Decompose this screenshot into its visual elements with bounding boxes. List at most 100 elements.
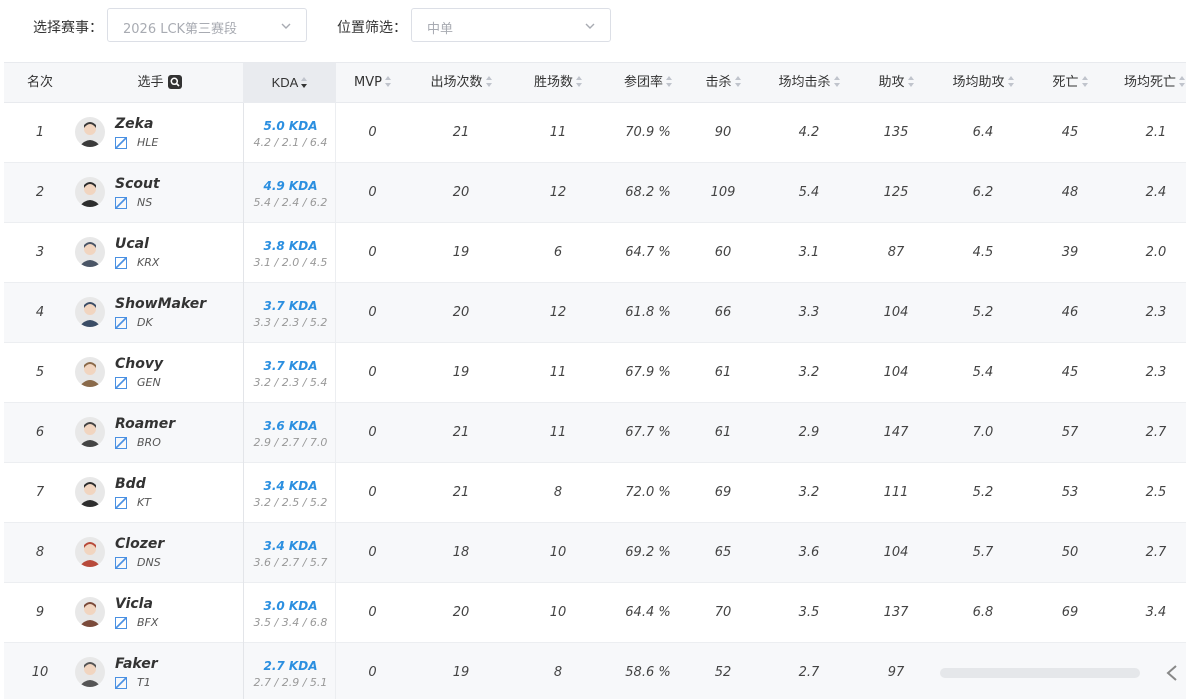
player-name[interactable]: Vicla [115, 596, 153, 612]
kda-cell: 2.7 KDA 2.7 / 2.9 / 5.1 [243, 643, 336, 699]
deaths-cell: 48 [1061, 185, 1079, 200]
avg-kills-cell: 3.3 [798, 305, 820, 320]
team-name: T1 [137, 676, 151, 689]
avatar[interactable] [75, 477, 105, 507]
sort-icon [1179, 76, 1186, 87]
col-assists[interactable]: 助攻 [865, 63, 927, 103]
table-row[interactable]: 9 Vicla BFX 3.0 KDA 3.5 / 3.4 / 6.8 0 20 1… [4, 583, 1186, 643]
player-name[interactable]: Bdd [115, 476, 146, 492]
kda-detail: 2.9 / 2.7 / 7.0 [253, 436, 328, 449]
kda-detail: 3.6 / 2.7 / 5.7 [253, 556, 328, 569]
col-avg-assists[interactable]: 场均助攻 [927, 63, 1039, 103]
avg-assists-cell: 4.5 [972, 245, 994, 260]
table-row[interactable]: 5 Chovy GEN 3.7 KDA 3.2 / 2.3 / 5.4 0 19 1… [4, 343, 1186, 403]
kda-cell: 3.8 KDA 3.1 / 2.0 / 4.5 [243, 223, 336, 283]
wins-cell: 10 [549, 545, 567, 560]
kda-value: 4.9 KDA [263, 179, 318, 193]
player-name[interactable]: Chovy [115, 356, 163, 372]
avg-kills-cell: 5.4 [798, 185, 820, 200]
col-mvp[interactable]: MVP [336, 63, 409, 103]
col-deaths[interactable]: 死亡 [1039, 63, 1101, 103]
avatar[interactable] [75, 417, 105, 447]
rank-cell: 10 [31, 665, 49, 680]
kda-detail: 2.7 / 2.9 / 5.1 [253, 676, 328, 689]
player-name[interactable]: Roamer [115, 416, 175, 432]
avatar[interactable] [75, 537, 105, 567]
deaths-cell: 53 [1061, 485, 1079, 500]
team-logo-icon [115, 257, 127, 269]
col-kills[interactable]: 击杀 [693, 63, 753, 103]
wins-cell: 8 [553, 485, 563, 500]
col-avg-deaths[interactable]: 场均死亡 [1101, 63, 1186, 103]
kda-detail: 3.1 / 2.0 / 4.5 [253, 256, 328, 269]
deaths-cell: 39 [1061, 245, 1079, 260]
avg-deaths-cell: 2.0 [1145, 245, 1167, 260]
player-name[interactable]: Faker [115, 656, 158, 672]
avatar[interactable] [75, 177, 105, 207]
team-logo-icon [115, 617, 127, 629]
player-name[interactable]: Scout [115, 176, 160, 192]
kda-value: 3.4 KDA [263, 479, 318, 493]
table-row[interactable]: 6 Roamer BRO 3.6 KDA 2.9 / 2.7 / 7.0 0 21… [4, 403, 1186, 463]
position-select-value: 中单 [427, 22, 454, 37]
horizontal-scrollbar[interactable] [940, 662, 1186, 684]
avatar[interactable] [75, 657, 105, 687]
player-name[interactable]: ShowMaker [115, 296, 206, 312]
avg-deaths-cell: 3.4 [1145, 605, 1167, 620]
team-name: GEN [137, 376, 161, 389]
kp-cell: 64.4 % [625, 605, 671, 620]
avatar[interactable] [75, 597, 105, 627]
games-cell: 20 [452, 605, 470, 620]
kda-cell: 3.6 KDA 2.9 / 2.7 / 7.0 [243, 403, 336, 463]
avatar[interactable] [75, 297, 105, 327]
team-logo-icon [115, 557, 127, 569]
team-logo-icon [115, 137, 127, 149]
team-name: BRO [137, 436, 161, 449]
col-kda[interactable]: KDA [243, 63, 336, 103]
table-row[interactable]: 1 Zeka HLE 5.0 KDA 4.2 / 2.1 / 6.4 0 21 11… [4, 103, 1186, 163]
table-row[interactable]: 2 Scout NS 4.9 KDA 5.4 / 2.4 / 6.2 0 20 12… [4, 163, 1186, 223]
avatar[interactable] [75, 357, 105, 387]
kp-cell: 67.7 % [625, 425, 671, 440]
games-cell: 20 [452, 305, 470, 320]
mvp-cell: 0 [368, 605, 377, 620]
assists-cell: 137 [883, 605, 909, 620]
table-row[interactable]: 7 Bdd KT 3.4 KDA 3.2 / 2.5 / 5.2 0 21 8 72.… [4, 463, 1186, 523]
games-cell: 18 [452, 545, 470, 560]
col-kp[interactable]: 参团率 [603, 63, 693, 103]
table-row[interactable]: 4 ShowMaker DK 3.7 KDA 3.3 / 2.3 / 5.2 0… [4, 283, 1186, 343]
col-wins[interactable]: 胜场数 [513, 63, 603, 103]
avatar[interactable] [75, 117, 105, 147]
position-select[interactable]: 中单 [411, 8, 611, 42]
kda-cell: 4.9 KDA 5.4 / 2.4 / 6.2 [243, 163, 336, 223]
wins-cell: 11 [549, 365, 567, 380]
kda-cell: 3.7 KDA 3.2 / 2.3 / 5.4 [243, 343, 336, 403]
sort-icon [1007, 76, 1014, 87]
assists-cell: 135 [883, 125, 909, 140]
event-filter-label: 选择赛事： [33, 20, 103, 36]
kda-detail: 3.5 / 3.4 / 6.8 [253, 616, 328, 629]
avatar[interactable] [75, 237, 105, 267]
search-icon[interactable] [167, 74, 182, 89]
col-avg-kills[interactable]: 场均击杀 [753, 63, 865, 103]
player-name[interactable]: Zeka [115, 116, 153, 132]
mvp-cell: 0 [368, 245, 377, 260]
event-select[interactable]: 2026 LCK第三赛段 [107, 8, 307, 42]
sort-icon [1081, 76, 1088, 87]
player-name[interactable]: Ucal [115, 236, 149, 252]
avg-deaths-cell: 2.7 [1145, 545, 1167, 560]
col-games[interactable]: 出场次数 [409, 63, 513, 103]
team-logo-icon [115, 677, 127, 689]
assists-cell: 97 [887, 665, 905, 680]
avg-kills-cell: 3.5 [798, 605, 820, 620]
games-cell: 19 [452, 665, 470, 680]
table-row[interactable]: 8 Clozer DNS 3.4 KDA 3.6 / 2.7 / 5.7 0 18… [4, 523, 1186, 583]
player-name[interactable]: Clozer [115, 536, 164, 552]
kills-cell: 60 [714, 245, 732, 260]
team-name: BFX [137, 616, 159, 629]
table-row[interactable]: 3 Ucal KRX 3.8 KDA 3.1 / 2.0 / 4.5 0 19 6 6… [4, 223, 1186, 283]
sort-icon [666, 76, 672, 87]
mvp-cell: 0 [368, 125, 377, 140]
games-cell: 20 [452, 185, 470, 200]
kda-value: 3.0 KDA [263, 599, 318, 613]
